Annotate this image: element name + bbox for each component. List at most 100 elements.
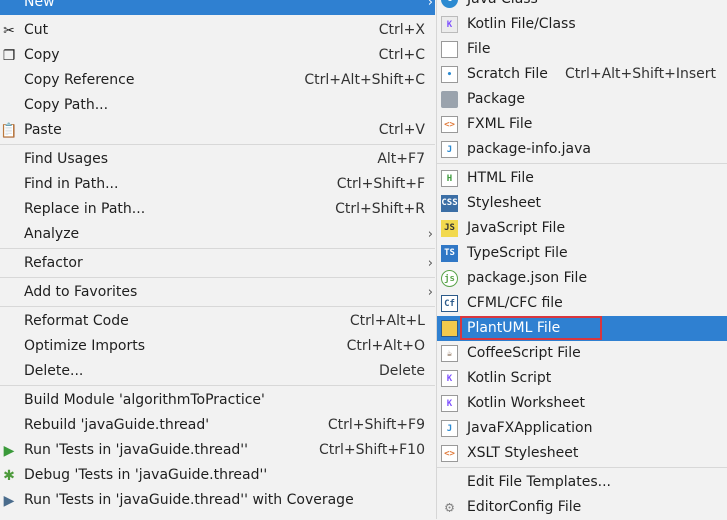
submenu-item-package-info[interactable]: J package-info.java (437, 137, 727, 162)
menu-item-label: Find Usages (24, 151, 109, 167)
shortcut-label: Ctrl+C (378, 47, 425, 63)
submenu-item-typescript[interactable]: TS TypeScript File (437, 241, 727, 266)
submenu-item-kotlin-worksheet[interactable]: K Kotlin Worksheet (437, 391, 727, 416)
submenu-item-xslt[interactable]: <> XSLT Stylesheet (437, 441, 727, 466)
submenu-item-html[interactable]: H HTML File (437, 166, 727, 191)
cfml-icon: Cf (441, 295, 458, 312)
menu-item-label: Edit File Templates... (467, 474, 611, 490)
menu-item-run-with-coverage[interactable]: ▶ Run 'Tests in 'javaGuide.thread'' with… (0, 488, 435, 513)
scratch-file-icon: • (441, 66, 458, 83)
menu-item-label: JavaFXApplication (467, 420, 593, 436)
menu-item-new[interactable]: New › (0, 0, 435, 15)
debug-icon: ✱ (3, 468, 15, 484)
submenu-item-stylesheet[interactable]: CSS Stylesheet (437, 191, 727, 216)
shortcut-label: Alt+F7 (377, 151, 425, 167)
menu-item-label: Rebuild 'javaGuide.thread' (24, 417, 210, 433)
menu-item-find-usages[interactable]: Find Usages Alt+F7 (0, 147, 435, 172)
submenu-item-kotlin-script[interactable]: K Kotlin Script (437, 366, 727, 391)
gear-icon: ⚙ (444, 498, 455, 516)
submenu-item-plantuml[interactable]: PlantUML File (437, 316, 727, 341)
shortcut-label: Delete (379, 363, 425, 379)
menu-item-label: Copy Reference (24, 72, 135, 88)
menu-item-label: Find in Path... (24, 176, 119, 192)
menu-item-analyze[interactable]: Analyze › (0, 222, 435, 247)
menu-item-label: Refactor (24, 255, 83, 271)
menu-separator (0, 144, 435, 145)
menu-item-label: Cut (24, 22, 49, 38)
menu-item-copy-path[interactable]: Copy Path... (0, 93, 435, 118)
menu-separator (0, 385, 435, 386)
copy-icon: ❐ (2, 48, 16, 64)
submenu-item-kotlin-file[interactable]: K Kotlin File/Class (437, 12, 727, 37)
menu-item-label: XSLT Stylesheet (467, 445, 579, 461)
submenu-item-cfml[interactable]: Cf CFML/CFC file (437, 291, 727, 316)
menu-item-label: Stylesheet (467, 195, 542, 211)
menu-item-label: Package (467, 91, 526, 107)
menu-separator (437, 467, 727, 468)
html-file-icon: H (441, 170, 458, 187)
menu-item-label: CoffeeScript File (467, 345, 581, 361)
menu-item-copy-reference[interactable]: Copy Reference Ctrl+Alt+Shift+C (0, 68, 435, 93)
submenu-item-editorconfig[interactable]: ⚙ EditorConfig File (437, 495, 727, 520)
submenu-item-package[interactable]: Package (437, 87, 727, 112)
menu-item-add-to-favorites[interactable]: Add to Favorites › (0, 280, 435, 305)
nodejs-icon: js (441, 270, 458, 287)
submenu-item-package-json[interactable]: js package.json File (437, 266, 727, 291)
menu-item-reformat-code[interactable]: Reformat Code Ctrl+Alt+L (0, 309, 435, 334)
chevron-right-icon: › (427, 256, 433, 271)
context-menu: New › ✂ Cut Ctrl+X ❐ Copy Ctrl+C Copy Re… (0, 0, 435, 519)
menu-item-label: TypeScript File (467, 245, 568, 261)
menu-item-run-tests[interactable]: ▶ Run 'Tests in 'javaGuide.thread'' Ctrl… (0, 438, 435, 463)
shortcut-label: Ctrl+Alt+Shift+Insert (564, 66, 716, 82)
submenu-item-java-class[interactable]: C Java Class (437, 0, 727, 12)
menu-separator (437, 163, 727, 164)
css-file-icon: CSS (441, 195, 458, 212)
java-file-icon: J (441, 141, 458, 158)
menu-item-copy[interactable]: ❐ Copy Ctrl+C (0, 43, 435, 68)
java-class-icon: C (441, 0, 458, 8)
submenu-item-coffeescript[interactable]: ☕ CoffeeScript File (437, 341, 727, 366)
menu-item-label: Replace in Path... (24, 201, 146, 217)
shortcut-label: Ctrl+Alt+L (349, 313, 425, 329)
menu-item-label: package.json File (467, 270, 588, 286)
shortcut-label: Ctrl+Shift+F (336, 176, 425, 192)
menu-item-label: HTML File (467, 170, 534, 186)
shortcut-label: Ctrl+Alt+O (346, 338, 425, 354)
submenu-item-javascript[interactable]: JS JavaScript File (437, 216, 727, 241)
submenu-item-javafx[interactable]: J JavaFXApplication (437, 416, 727, 441)
menu-item-find-in-path[interactable]: Find in Path... Ctrl+Shift+F (0, 172, 435, 197)
menu-item-delete[interactable]: Delete... Delete (0, 359, 435, 384)
coverage-icon: ▶ (3, 493, 15, 509)
menu-item-label: Build Module 'algorithmToPractice' (24, 392, 265, 408)
submenu-item-file[interactable]: File (437, 37, 727, 62)
menu-item-optimize-imports[interactable]: Optimize Imports Ctrl+Alt+O (0, 334, 435, 359)
menu-item-label: Paste (24, 122, 62, 138)
shortcut-label: Ctrl+X (378, 22, 425, 38)
js-file-icon: JS (441, 220, 458, 237)
menu-item-label: package-info.java (467, 141, 591, 157)
file-icon (441, 41, 458, 58)
menu-item-label: Scratch File (467, 66, 548, 82)
coffeescript-icon: ☕ (441, 345, 458, 362)
menu-item-debug-tests[interactable]: ✱ Debug 'Tests in 'javaGuide.thread'' (0, 463, 435, 488)
menu-item-build-module[interactable]: Build Module 'algorithmToPractice' (0, 388, 435, 413)
submenu-item-scratch-file[interactable]: • Scratch File Ctrl+Alt+Shift+Insert (437, 62, 727, 87)
chevron-right-icon: › (427, 0, 433, 10)
menu-item-label: Kotlin Script (467, 370, 552, 386)
menu-item-rebuild[interactable]: Rebuild 'javaGuide.thread' Ctrl+Shift+F9 (0, 413, 435, 438)
shortcut-label: Ctrl+Shift+F9 (327, 417, 425, 433)
menu-item-cut[interactable]: ✂ Cut Ctrl+X (0, 18, 435, 43)
shortcut-label: Ctrl+V (378, 122, 425, 138)
menu-item-label: New (24, 0, 55, 10)
submenu-item-fxml[interactable]: <> FXML File (437, 112, 727, 137)
menu-item-refactor[interactable]: Refactor › (0, 251, 435, 276)
menu-item-label: EditorConfig File (467, 499, 582, 515)
shortcut-label: Ctrl+Shift+F10 (318, 442, 425, 458)
submenu-item-edit-file-templates[interactable]: Edit File Templates... (437, 470, 727, 495)
javafx-icon: J (441, 420, 458, 437)
package-icon (441, 91, 458, 108)
menu-item-paste[interactable]: 📋 Paste Ctrl+V (0, 118, 435, 143)
chevron-right-icon: › (427, 285, 433, 300)
new-submenu: C Java Class K Kotlin File/Class File • … (436, 0, 727, 519)
menu-item-replace-in-path[interactable]: Replace in Path... Ctrl+Shift+R (0, 197, 435, 222)
